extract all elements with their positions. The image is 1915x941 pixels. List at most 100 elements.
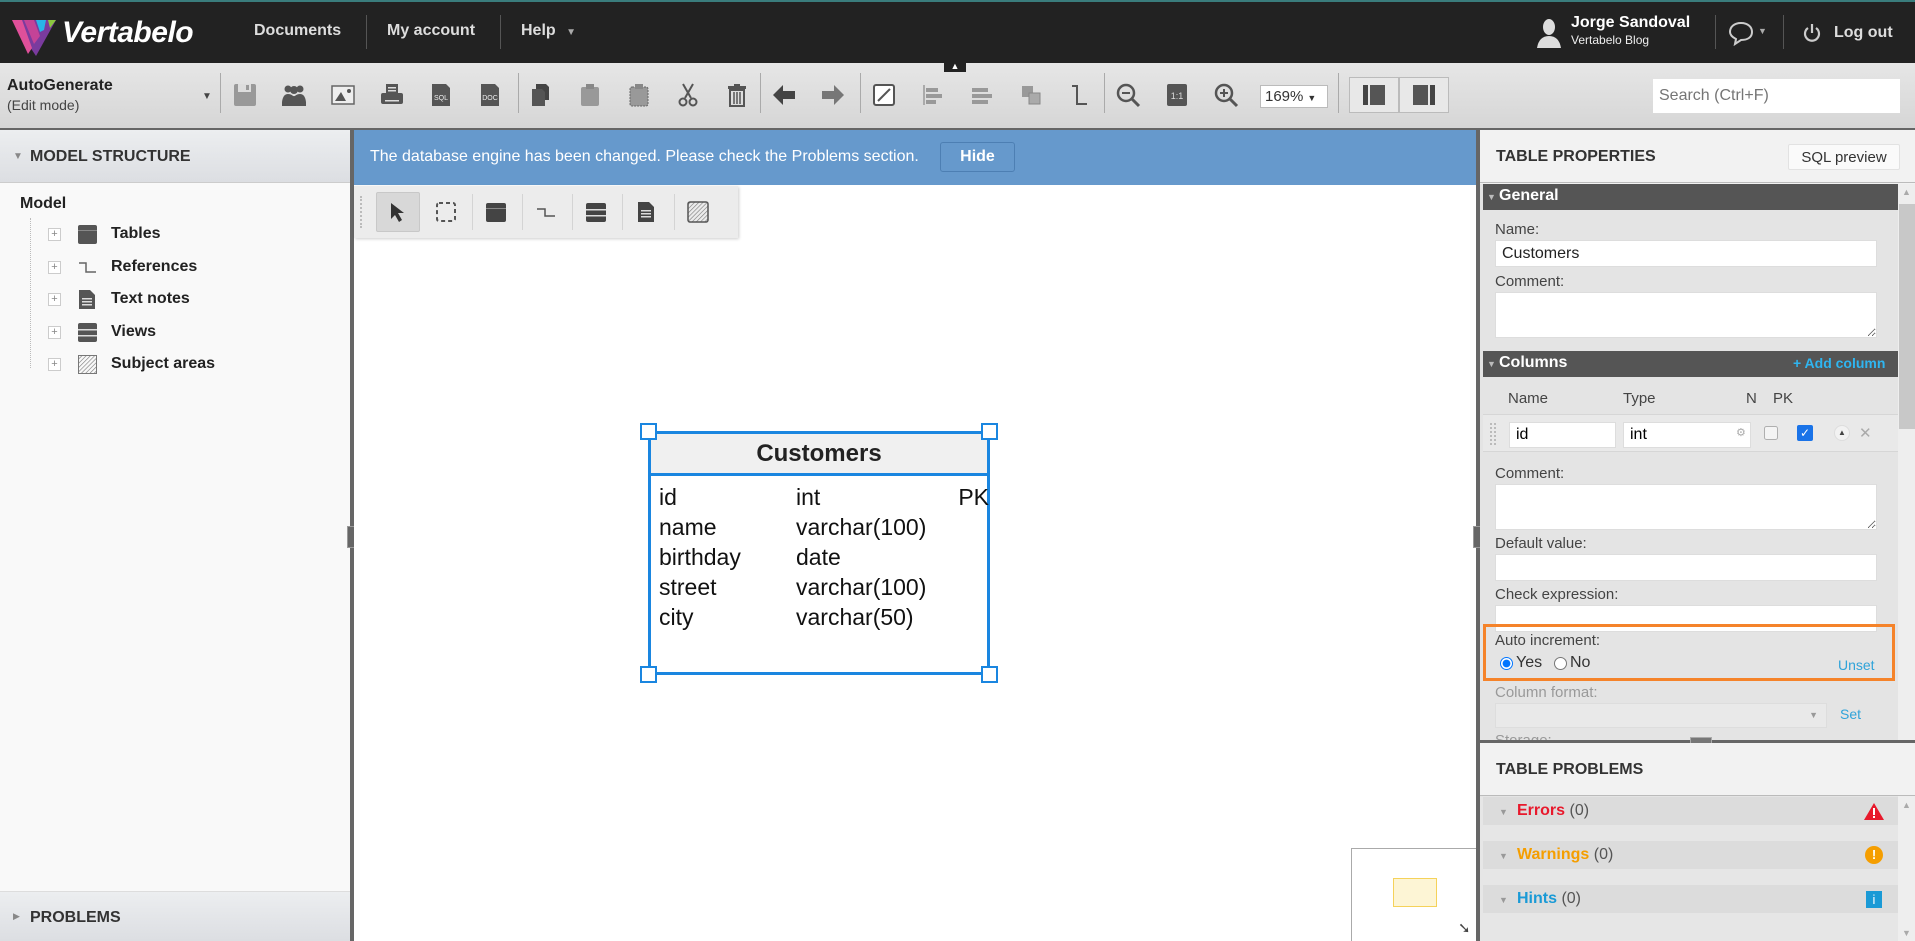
toggle-left-panel-button[interactable]: [1349, 77, 1399, 113]
column-row-id[interactable]: ⚙ ✓ ▲ ✕: [1483, 414, 1898, 452]
expand-icon[interactable]: +: [48, 325, 61, 339]
chevron-down-icon[interactable]: ▼: [202, 91, 212, 102]
entity-column-row[interactable]: street varchar(100): [659, 574, 983, 604]
entity-column-row[interactable]: birthday date: [659, 544, 983, 574]
share-button[interactable]: [278, 79, 310, 111]
auto-increment-no-radio[interactable]: [1554, 656, 1567, 670]
paste-button[interactable]: [574, 79, 606, 111]
expand-icon[interactable]: +: [48, 227, 61, 241]
column-type-input[interactable]: [1623, 422, 1751, 448]
distribute-button[interactable]: [966, 79, 998, 111]
column-format-select[interactable]: ▼: [1495, 703, 1827, 728]
warnings-row[interactable]: ▼ Warnings (0) !: [1483, 841, 1898, 869]
arrange-button[interactable]: [1015, 79, 1047, 111]
line-style-button[interactable]: [868, 79, 900, 111]
general-section-header[interactable]: ▼ General: [1483, 184, 1898, 210]
tree-item-views[interactable]: + Views: [48, 319, 156, 345]
expand-icon[interactable]: +: [48, 292, 61, 306]
entity-column-row[interactable]: city varchar(50): [659, 604, 983, 634]
table-name-input[interactable]: [1495, 240, 1877, 267]
tool-select[interactable]: [376, 192, 420, 232]
undo-button[interactable]: [768, 79, 800, 111]
zoom-out-button[interactable]: [1112, 79, 1144, 111]
copy-button[interactable]: [525, 79, 557, 111]
expand-icon[interactable]: +: [48, 357, 61, 371]
resize-handle-bottom-left[interactable]: [640, 666, 657, 683]
scroll-up-icon[interactable]: ▲: [1902, 187, 1911, 197]
default-value-input[interactable]: [1495, 554, 1877, 581]
collapse-header-button[interactable]: ▲: [944, 60, 966, 72]
sql-preview-button[interactable]: SQL preview: [1788, 144, 1900, 170]
minimap-resize-arrow-icon[interactable]: ➘: [1458, 919, 1471, 937]
tool-add-reference[interactable]: [524, 192, 568, 232]
hide-banner-button[interactable]: Hide: [940, 142, 1015, 172]
align-button[interactable]: [917, 79, 949, 111]
search-input[interactable]: [1653, 79, 1900, 113]
resize-handle-bottom-right[interactable]: [981, 666, 998, 683]
zoom-in-button[interactable]: [1210, 79, 1242, 111]
hints-row[interactable]: ▼ Hints (0) i: [1483, 885, 1898, 913]
remove-column-icon[interactable]: ✕: [1859, 424, 1872, 442]
tree-item-text-notes[interactable]: + Text notes: [48, 286, 190, 312]
nav-help[interactable]: Help ▼: [521, 22, 576, 40]
tool-add-note[interactable]: [624, 192, 668, 232]
cut-button[interactable]: [672, 79, 704, 111]
minimap[interactable]: ➘: [1351, 848, 1476, 941]
add-column-link[interactable]: + Add column: [1793, 355, 1885, 371]
tree-item-references[interactable]: + References: [48, 254, 197, 280]
errors-row[interactable]: ▼ Errors (0): [1483, 797, 1898, 825]
tool-add-view[interactable]: [574, 192, 618, 232]
zoom-actual-button[interactable]: 1:1: [1161, 79, 1193, 111]
vertabelo-logo[interactable]: Vertabelo: [10, 12, 200, 56]
gear-icon[interactable]: ⚙: [1736, 426, 1746, 439]
logout-button[interactable]: Log out: [1802, 20, 1893, 46]
move-up-icon[interactable]: ▲: [1834, 425, 1850, 441]
auto-increment-yes-option[interactable]: Yes: [1500, 654, 1542, 672]
zoom-level-select[interactable]: 169% ▼: [1260, 85, 1328, 108]
minimap-viewport[interactable]: [1393, 878, 1437, 907]
export-doc-button[interactable]: DOC: [474, 79, 506, 111]
tree-item-subject-areas[interactable]: + Subject areas: [48, 351, 215, 377]
table-entity-customers[interactable]: Customers id int PK name varchar(100) birth…: [648, 431, 990, 675]
tree-root-model[interactable]: Model: [20, 195, 66, 213]
row-drag-handle[interactable]: [1490, 423, 1496, 445]
tool-add-subject-area[interactable]: [676, 192, 720, 232]
entity-column-row[interactable]: name varchar(100): [659, 514, 983, 544]
scroll-up-icon[interactable]: ▲: [1902, 800, 1911, 810]
diagram-canvas[interactable]: The database engine has been changed. Pl…: [354, 130, 1476, 941]
reference-style-button[interactable]: [1064, 79, 1096, 111]
model-structure-header[interactable]: ▼ MODEL STRUCTURE: [0, 130, 350, 183]
expand-icon[interactable]: +: [48, 260, 61, 274]
auto-increment-yes-radio[interactable]: [1500, 656, 1513, 670]
tool-area-select[interactable]: [424, 192, 468, 232]
problems-scrollbar[interactable]: ▲ ▼: [1898, 797, 1915, 941]
auto-increment-no-option[interactable]: No: [1554, 654, 1590, 672]
problems-panel-header[interactable]: ▶ PROBLEMS: [0, 891, 350, 941]
column-comment-input[interactable]: [1495, 484, 1877, 530]
tree-item-tables[interactable]: + Tables: [48, 221, 161, 247]
document-selector[interactable]: AutoGenerate (Edit mode): [7, 77, 113, 113]
print-button[interactable]: [376, 79, 408, 111]
unset-auto-increment-link[interactable]: Unset: [1838, 657, 1875, 673]
delete-button[interactable]: [721, 79, 753, 111]
column-pk-checkbox[interactable]: ✓: [1797, 425, 1813, 441]
column-nullable-checkbox[interactable]: [1764, 426, 1778, 440]
toggle-right-panel-button[interactable]: [1399, 77, 1449, 113]
export-sql-button[interactable]: SQL: [425, 79, 457, 111]
resize-handle-top-left[interactable]: [640, 423, 657, 440]
save-button[interactable]: [229, 79, 261, 111]
tool-add-table[interactable]: [474, 192, 518, 232]
nav-documents[interactable]: Documents: [254, 22, 341, 40]
columns-section-header[interactable]: ▼ Columns + Add column: [1483, 351, 1898, 377]
scroll-down-icon[interactable]: ▼: [1902, 928, 1911, 938]
paste-special-button[interactable]: [623, 79, 655, 111]
resize-handle-top-right[interactable]: [981, 423, 998, 440]
entity-column-row[interactable]: id int PK: [659, 484, 989, 514]
export-image-button[interactable]: [327, 79, 359, 111]
nav-my-account[interactable]: My account: [387, 22, 475, 40]
table-comment-input[interactable]: [1495, 292, 1877, 338]
toolbox-drag-handle[interactable]: [360, 196, 364, 228]
scrollbar-thumb[interactable]: [1899, 204, 1915, 429]
redo-button[interactable]: [817, 79, 849, 111]
column-name-input[interactable]: [1509, 422, 1616, 448]
